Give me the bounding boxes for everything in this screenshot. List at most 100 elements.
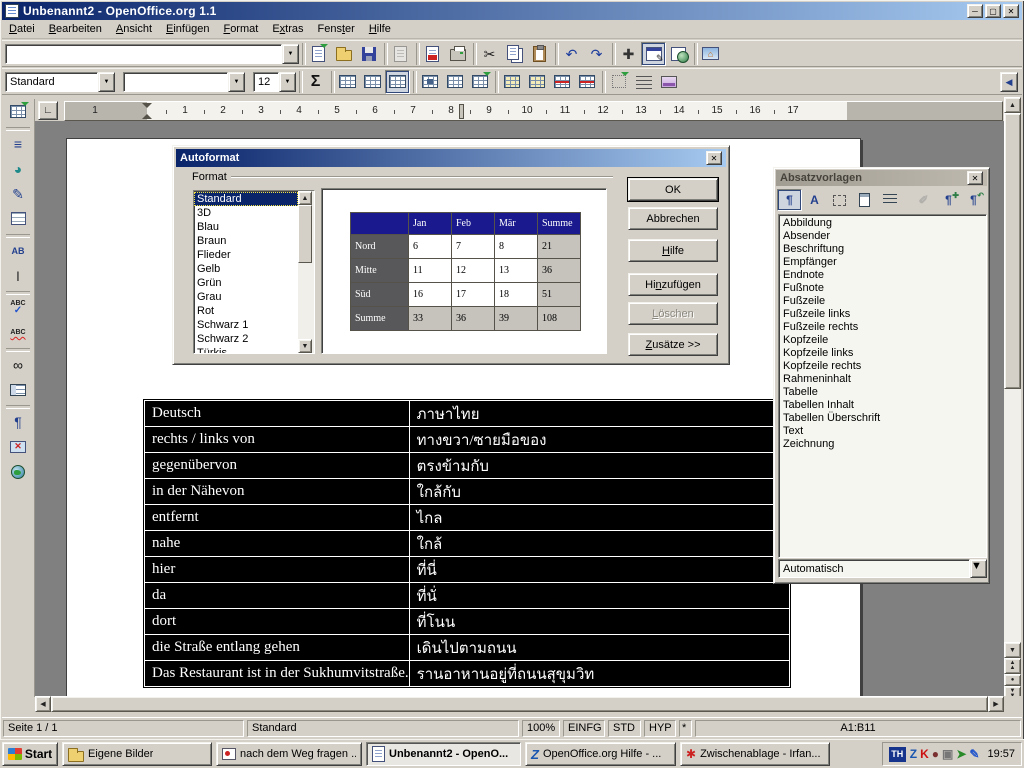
table-cell[interactable]: hier — [145, 557, 410, 583]
table-cell[interactable]: ที่โนน — [409, 609, 789, 635]
cut-icon[interactable]: ✂ — [477, 42, 502, 66]
style-list[interactable]: AbbildungAbsenderBeschriftungEmpfängerEn… — [778, 214, 987, 558]
format-listbox[interactable]: Standard3DBlauBraunFliederGelbGrünGrauRo… — [193, 190, 315, 354]
font-size-value[interactable]: 12 — [253, 72, 279, 92]
sum-icon[interactable]: Σ — [303, 70, 328, 94]
stylist-close-icon[interactable]: ✕ — [967, 171, 983, 185]
style-item[interactable]: Kopfzeile — [779, 334, 986, 347]
insert-fields-icon[interactable]: ≡ — [5, 131, 31, 156]
font-combobox[interactable]: ▼ — [123, 72, 245, 92]
redo-icon[interactable]: ↷ — [584, 42, 609, 66]
url-dropdown-icon[interactable]: ▼ — [282, 44, 299, 64]
page-styles-icon[interactable] — [852, 189, 877, 211]
delete-column-icon[interactable] — [574, 70, 599, 94]
spellcheck-icon[interactable]: ABC✓ — [5, 295, 31, 320]
insert-row-icon[interactable] — [499, 70, 524, 94]
style-filter-value[interactable]: Automatisch — [778, 559, 970, 578]
inner-borders-icon[interactable] — [442, 70, 467, 94]
delete-button[interactable]: Löschen — [628, 302, 718, 325]
font-value[interactable] — [123, 72, 228, 92]
numbering-styles-icon[interactable] — [877, 189, 902, 211]
tab-type-selector[interactable]: ∟ — [38, 101, 58, 120]
format-option[interactable]: Grün — [194, 276, 298, 290]
navigation-icon[interactable]: ● — [1004, 674, 1021, 686]
paragraph-styles-icon[interactable]: ¶ — [777, 189, 802, 211]
scroll-up-icon[interactable]: ▲ — [1004, 97, 1021, 113]
borders-icon[interactable] — [417, 70, 442, 94]
horizontal-scrollbar[interactable]: ◀ ▶ — [35, 696, 1004, 712]
hyperlink-icon[interactable] — [666, 42, 691, 66]
paste-icon[interactable] — [527, 42, 552, 66]
format-option[interactable]: Flieder — [194, 248, 298, 262]
task-button[interactable]: nach dem Weg fragen ... — [216, 742, 362, 766]
table-row[interactable]: in der Nähevonใกล้กับ — [145, 479, 790, 505]
table-row[interactable]: entferntไกล — [145, 505, 790, 531]
ooo-quickstart-icon[interactable]: Z — [910, 748, 917, 760]
style-item[interactable]: Kopfzeile rechts — [779, 360, 986, 373]
status-hyperlink-mode[interactable]: HYP — [644, 720, 676, 737]
format-option[interactable]: Standard — [194, 192, 298, 206]
style-item[interactable]: Tabelle — [779, 386, 986, 399]
table-cell[interactable]: เดินไปตามถนน — [409, 635, 789, 661]
font-size-combobox[interactable]: 12 ▼ — [253, 72, 296, 92]
format-scroll-up-icon[interactable]: ▲ — [298, 191, 312, 205]
export-pdf-icon[interactable] — [420, 42, 445, 66]
status-zoom[interactable]: 100% — [522, 720, 560, 737]
style-item[interactable]: Beschriftung — [779, 243, 986, 256]
format-option[interactable]: Grau — [194, 290, 298, 304]
style-item[interactable]: Fußzeile rechts — [779, 321, 986, 334]
table-cell[interactable]: ใกล้ — [409, 531, 789, 557]
format-option[interactable]: Türkis — [194, 346, 298, 353]
menu-item-ansicht[interactable]: Ansicht — [109, 21, 159, 37]
split-cells-vertical-icon[interactable] — [385, 70, 410, 94]
nonprinting-characters-icon[interactable]: ¶ — [5, 409, 31, 434]
mouse-icon[interactable]: ▣ — [942, 748, 953, 760]
autotext-icon[interactable]: AB — [5, 238, 31, 263]
gallery-icon[interactable]: ⌂ — [698, 42, 723, 66]
language-indicator[interactable]: TH — [889, 747, 906, 762]
style-value[interactable]: Standard — [5, 72, 98, 92]
insert-table-icon[interactable] — [5, 99, 31, 124]
format-option[interactable]: Rot — [194, 304, 298, 318]
update-style-icon[interactable]: ¶↶ — [961, 189, 986, 211]
style-dropdown-icon[interactable]: ▼ — [98, 72, 115, 92]
find-replace-icon[interactable]: ∞ — [5, 352, 31, 377]
character-styles-icon[interactable]: A — [802, 189, 827, 211]
start-button[interactable]: Start — [2, 742, 58, 766]
table-cell[interactable]: nahe — [145, 531, 410, 557]
vertical-scrollbar[interactable]: ▲ ▼ ▲▲ ● ▼▼ — [1004, 97, 1021, 712]
style-item[interactable]: Tabellen Überschrift — [779, 412, 986, 425]
task-button[interactable]: ✱Zwischenablage - Irfan... — [680, 742, 830, 766]
close-button[interactable]: ✕ — [1003, 4, 1019, 18]
style-item[interactable]: Endnote — [779, 269, 986, 282]
dialog-title-bar[interactable]: Autoformat ✕ — [176, 149, 726, 167]
table-row[interactable]: dortที่โนน — [145, 609, 790, 635]
menu-item-einfgen[interactable]: Einfügen — [159, 21, 216, 37]
online-layout-icon[interactable] — [5, 459, 31, 484]
scroll-left-icon[interactable]: ◀ — [35, 696, 51, 712]
draw-functions-icon[interactable]: ✎ — [5, 181, 31, 206]
horizontal-ruler[interactable]: 11234567891011121314151617 — [64, 101, 1003, 121]
style-item[interactable]: Kopfzeile links — [779, 347, 986, 360]
table-row[interactable]: hierที่นี่ — [145, 557, 790, 583]
menu-item-format[interactable]: Format — [216, 21, 265, 37]
table-row[interactable]: naheใกล้ — [145, 531, 790, 557]
task-button[interactable]: Unbenannt2 - OpenO... — [366, 742, 521, 766]
form-functions-icon[interactable] — [5, 206, 31, 231]
more-button[interactable]: Zusätze >> — [628, 333, 718, 356]
status-selection-mode[interactable]: STD — [608, 720, 641, 737]
style-item[interactable]: Zeichnung — [779, 438, 986, 451]
minimize-button[interactable]: ─ — [967, 4, 983, 18]
status-page-style[interactable]: Standard — [247, 720, 519, 737]
font-size-dropdown-icon[interactable]: ▼ — [279, 72, 296, 92]
new-style-from-selection-icon[interactable]: ¶✚ — [936, 189, 961, 211]
auto-spellcheck-icon[interactable]: ABC — [5, 320, 31, 345]
copy-icon[interactable] — [502, 42, 527, 66]
style-item[interactable]: Rahmeninhalt — [779, 373, 986, 386]
merge-cells-icon[interactable] — [335, 70, 360, 94]
edit-file-icon[interactable] — [388, 42, 413, 66]
table-row[interactable]: Deutschภาษาไทย — [145, 401, 790, 427]
style-item[interactable]: Tabellen Inhalt — [779, 399, 986, 412]
format-option[interactable]: Braun — [194, 234, 298, 248]
menu-item-fenster[interactable]: Fenster — [311, 21, 362, 37]
